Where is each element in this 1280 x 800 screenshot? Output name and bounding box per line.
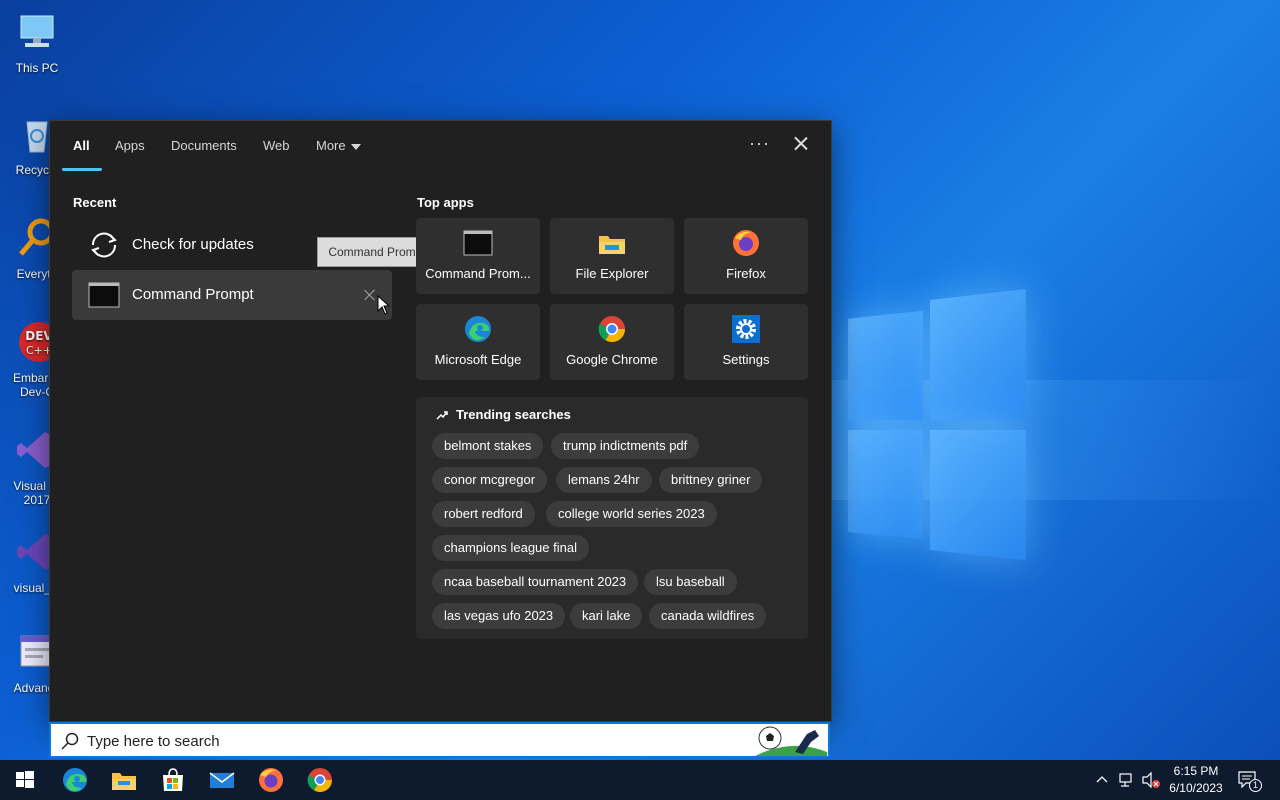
top-app-label: File Explorer	[575, 266, 649, 281]
top-app-label: Google Chrome	[566, 352, 658, 367]
edge-icon[interactable]	[61, 766, 89, 794]
desktop-icon-this-pc[interactable]: This PC	[4, 10, 70, 75]
command-prompt-icon	[463, 230, 493, 256]
top-app-google-chrome[interactable]: Google Chrome	[550, 304, 674, 380]
top-app-label: Settings	[722, 352, 770, 367]
top-apps-title: Top apps	[417, 195, 474, 210]
notification-center-button[interactable]: 1	[1238, 770, 1262, 792]
chevron-down-icon	[350, 143, 361, 150]
taskbar: 6:15 PM 6/10/2023 1	[0, 760, 1280, 800]
trending-chip[interactable]: lemans 24hr	[556, 467, 652, 493]
clock-time[interactable]: 6:15 PM	[1164, 764, 1228, 778]
trending-arrow-icon	[436, 411, 448, 420]
tab-all[interactable]: All	[73, 138, 90, 153]
trending-chip[interactable]: trump indictments pdf	[551, 433, 700, 459]
tab-more-label: More	[316, 138, 346, 153]
top-app-label: Microsoft Edge	[434, 352, 522, 367]
top-app-command-prompt[interactable]: Command Prom...	[416, 218, 540, 294]
tab-apps[interactable]: Apps	[115, 138, 145, 153]
recent-item-label: Command Prompt	[132, 286, 254, 303]
trending-chip[interactable]: ncaa baseball tournament 2023	[432, 569, 639, 595]
folder-icon	[599, 236, 625, 254]
recent-item-command-prompt[interactable]: Command Prompt	[72, 270, 392, 320]
microsoft-store-icon[interactable]	[159, 766, 187, 794]
trending-title: Trending searches	[456, 407, 571, 422]
network-icon[interactable]	[1118, 771, 1136, 789]
firefox-icon[interactable]	[257, 766, 285, 794]
search-icon	[61, 732, 79, 750]
chevron-up-icon[interactable]	[1096, 774, 1108, 784]
mouse-cursor-icon	[377, 295, 391, 315]
search-panel: All Apps Documents Web More ··· Recent C…	[49, 120, 832, 722]
file-explorer-icon[interactable]	[110, 766, 138, 794]
close-icon[interactable]	[790, 133, 812, 155]
trending-chip[interactable]: belmont stakes	[432, 433, 544, 459]
top-app-firefox[interactable]: Firefox	[684, 218, 808, 294]
desktop-icon-label: This PC	[15, 61, 59, 75]
trending-chip[interactable]: robert redford	[432, 501, 535, 527]
tab-more[interactable]: More	[316, 138, 361, 153]
top-app-microsoft-edge[interactable]: Microsoft Edge	[416, 304, 540, 380]
search-tabs: All Apps Documents Web More ···	[50, 121, 831, 173]
search-input[interactable]	[87, 731, 687, 751]
computer-icon	[20, 15, 54, 47]
trending-chip[interactable]: champions league final	[432, 535, 589, 561]
volume-muted-icon[interactable]	[1141, 771, 1161, 789]
top-app-label: Command Prom...	[425, 266, 531, 281]
taskbar-search-box[interactable]	[49, 722, 830, 758]
trending-chip[interactable]: canada wildfires	[649, 603, 767, 629]
command-prompt-icon	[88, 282, 120, 308]
edge-icon	[465, 316, 491, 342]
recent-item-label: Check for updates	[132, 236, 254, 253]
chrome-icon[interactable]	[306, 766, 334, 794]
windows-logo-wallpaper	[848, 288, 1026, 571]
remove-from-recent-icon[interactable]	[363, 288, 377, 302]
trending-chip[interactable]: las vegas ufo 2023	[432, 603, 566, 629]
clock-date[interactable]: 6/10/2023	[1164, 781, 1228, 795]
tab-web[interactable]: Web	[263, 138, 290, 153]
trending-chip[interactable]: college world series 2023	[546, 501, 717, 527]
tab-documents[interactable]: Documents	[171, 138, 237, 153]
sync-icon	[91, 232, 117, 258]
top-app-file-explorer[interactable]: File Explorer	[550, 218, 674, 294]
trending-chip[interactable]: lsu baseball	[644, 569, 737, 595]
active-tab-indicator	[62, 168, 102, 171]
firefox-icon	[733, 230, 759, 256]
top-app-settings[interactable]: Settings	[684, 304, 808, 380]
trending-chip[interactable]: brittney griner	[659, 467, 763, 493]
trending-searches: Trending searches belmont stakes trump i…	[416, 397, 808, 639]
more-options-icon[interactable]: ···	[749, 133, 770, 154]
search-highlight-soccer-icon	[755, 726, 827, 756]
chrome-icon	[598, 316, 626, 343]
windows-start-icon[interactable]	[11, 766, 39, 794]
mail-icon[interactable]	[208, 766, 236, 794]
recent-title: Recent	[73, 195, 117, 210]
trending-chip[interactable]: kari lake	[570, 603, 643, 629]
notification-count-badge: 1	[1249, 779, 1262, 792]
gear-icon	[732, 315, 760, 343]
trending-chip[interactable]: conor mcgregor	[432, 467, 548, 493]
top-app-label: Firefox	[726, 266, 766, 281]
